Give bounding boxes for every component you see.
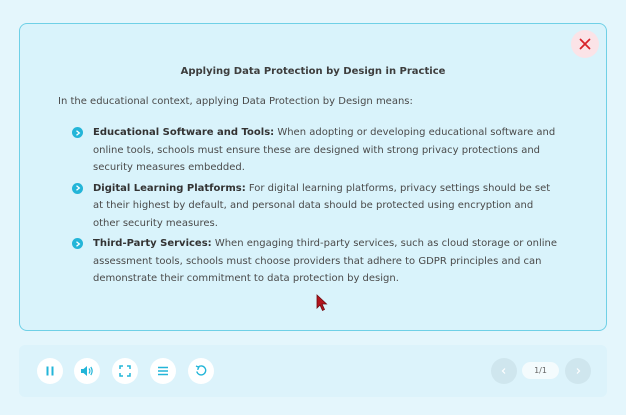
pause-icon <box>46 366 54 376</box>
page-title: Applying Data Protection by Design in Pr… <box>180 66 446 77</box>
chevron-right-icon <box>72 127 83 138</box>
chevron-right-icon <box>72 238 83 249</box>
list-item-text: Third-Party Services: When engaging thir… <box>93 235 562 288</box>
list-item-text: Digital Learning Platforms: For digital … <box>93 180 562 233</box>
volume-button[interactable] <box>74 358 100 384</box>
replay-button[interactable] <box>188 358 214 384</box>
close-button[interactable] <box>571 30 599 58</box>
intro-text: In the educational context, applying Dat… <box>58 96 413 107</box>
mouse-cursor-icon <box>316 294 328 312</box>
list-item-heading: Digital Learning Platforms: <box>93 182 246 194</box>
previous-page-button[interactable] <box>491 358 517 384</box>
chevron-left-icon <box>501 368 506 374</box>
replay-icon <box>195 365 207 376</box>
fullscreen-icon <box>119 365 131 377</box>
list-item: Digital Learning Platforms: For digital … <box>72 180 562 233</box>
list-item: Third-Party Services: When engaging thir… <box>72 235 562 288</box>
list-item-heading: Educational Software and Tools: <box>93 127 275 138</box>
list-item-text: Educational Software and Tools: When ado… <box>93 124 562 177</box>
list-item-heading: Third-Party Services: <box>93 238 212 249</box>
list-item: Educational Software and Tools: When ado… <box>72 124 562 177</box>
player-control-bar <box>19 345 607 397</box>
page-indicator: 1/1 <box>522 362 559 379</box>
fullscreen-button[interactable] <box>112 358 138 384</box>
next-page-button[interactable] <box>565 358 591 384</box>
chevron-right-icon <box>72 182 83 194</box>
menu-button[interactable] <box>150 358 176 384</box>
chevron-right-icon <box>576 368 581 374</box>
bullet-list: Educational Software and Tools: When ado… <box>72 124 562 291</box>
volume-icon <box>81 366 93 376</box>
menu-icon <box>158 366 168 376</box>
pause-button[interactable] <box>37 358 63 384</box>
close-icon <box>579 38 591 50</box>
